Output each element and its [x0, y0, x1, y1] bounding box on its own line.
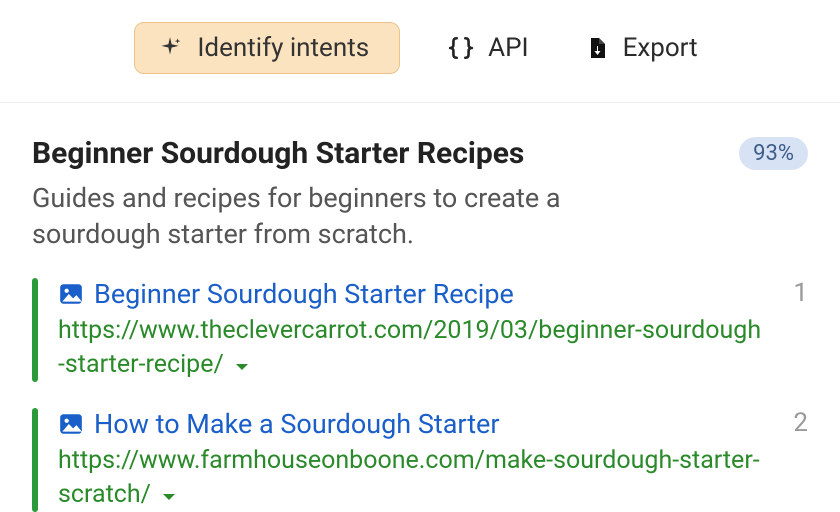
toolbar: Identify intents API Export	[0, 0, 840, 103]
result-url[interactable]: https://www.theclevercarrot.com/2019/03/…	[58, 314, 767, 382]
topic-header: Beginner Sourdough Starter Recipes 93%	[32, 137, 808, 172]
relevance-bar	[32, 408, 38, 512]
identify-intents-button[interactable]: Identify intents	[134, 22, 400, 74]
download-file-icon	[585, 35, 609, 61]
topic-title: Beginner Sourdough Starter Recipes	[32, 137, 524, 172]
export-button[interactable]: Export	[577, 22, 706, 74]
identify-intents-label: Identify intents	[197, 33, 369, 63]
result-title-link[interactable]: Beginner Sourdough Starter Recipe	[94, 278, 514, 310]
chevron-down-icon[interactable]	[161, 479, 177, 512]
result-item: How to Make a Sourdough Starter https://…	[32, 408, 808, 512]
api-button[interactable]: API	[440, 22, 536, 74]
topic-description: Guides and recipes for beginners to crea…	[32, 180, 672, 253]
braces-icon	[448, 35, 474, 61]
relevance-bar	[32, 278, 38, 382]
result-title-link[interactable]: How to Make a Sourdough Starter	[94, 408, 500, 440]
confidence-badge: 93%	[739, 137, 808, 170]
api-label: API	[488, 33, 528, 63]
export-label: Export	[623, 33, 698, 63]
content-area: Beginner Sourdough Starter Recipes 93% G…	[0, 103, 840, 512]
chevron-down-icon[interactable]	[234, 349, 250, 383]
result-rank: 2	[787, 408, 808, 438]
results-list: Beginner Sourdough Starter Recipe https:…	[32, 278, 808, 512]
result-rank: 1	[787, 278, 808, 308]
image-icon	[58, 411, 84, 437]
result-url[interactable]: https://www.farmhouseonboone.com/make-so…	[58, 444, 767, 512]
image-icon	[58, 281, 84, 307]
sparkle-icon	[157, 35, 183, 61]
result-item: Beginner Sourdough Starter Recipe https:…	[32, 278, 808, 382]
